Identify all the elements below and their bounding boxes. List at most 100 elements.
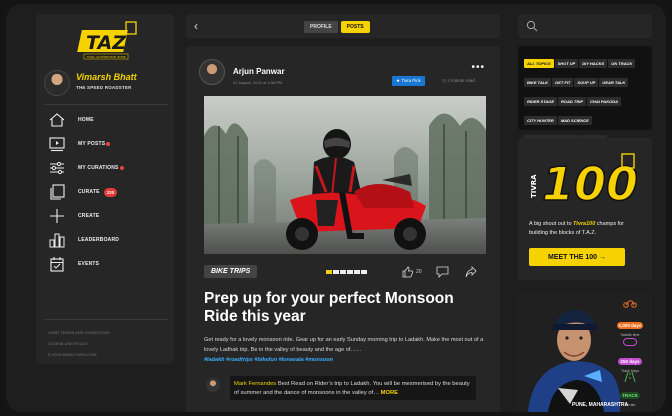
topic-chip[interactable]: MAD SCIENCE	[557, 116, 592, 125]
post-title[interactable]: Prep up for your perfect Monsoon Ride th…	[204, 290, 486, 326]
logo-tagline: TIVRA AUTOMOTIVE ZONE	[85, 55, 125, 59]
avatar[interactable]	[44, 70, 70, 96]
comment-box[interactable]: Mark Fernandes Best Read on Rider’s trip…	[230, 376, 476, 400]
clock-icon: ◷	[442, 78, 446, 83]
nav-leaderboard[interactable]: LEADERBOARD	[44, 228, 168, 252]
topic-filter-panel: ALL TOPICS SHUT UP DIY HACKS ON TRACK BIKE T…	[518, 46, 652, 163]
nav-label: LEADERBOARD	[78, 237, 120, 243]
nav-my-curations[interactable]: MY CURATIONS	[44, 156, 168, 180]
category-tag[interactable]: BIKE TRIPS	[204, 265, 258, 278]
tivra100-promo: TIVRA 100 A big shout out to Tivra100 ch…	[518, 138, 652, 280]
nav-label: CURATE	[78, 189, 100, 195]
saddle-time-stat: 1,000 days Saddle time	[614, 314, 646, 337]
taz-logo[interactable]: TAZ TIVRA AUTOMOTIVE ZONE	[74, 20, 140, 66]
nav-home[interactable]: HOME	[44, 108, 168, 132]
topic-chip[interactable]: CHAI PAKODA	[587, 97, 621, 106]
comment-more-link[interactable]: MORE	[381, 390, 398, 396]
nav-label: EVENTS	[78, 261, 100, 267]
topic-chip[interactable]: ROAD TRIP	[558, 97, 587, 106]
nav-label: HOME	[78, 117, 94, 123]
leaderboard-icon	[49, 233, 65, 248]
cookie-link[interactable]: COOKIE USE POLICY	[48, 338, 110, 349]
rider-city: PUNE, MAHARASHTRA	[572, 402, 629, 408]
image-carousel-dots[interactable]	[326, 270, 367, 274]
topic-chip[interactable]: GEAR TALK	[599, 78, 629, 87]
nav-events[interactable]: EVENTS	[44, 252, 168, 276]
post-hero-image[interactable]	[204, 96, 486, 254]
topic-chip[interactable]: BIKE TALK	[524, 78, 552, 87]
app-frame: TAZ TIVRA AUTOMOTIVE ZONE Vimarsh Bhatt …	[6, 4, 666, 412]
posts-icon	[49, 137, 65, 152]
copyright: © 2020 WWW.TIVRA.COM	[48, 352, 97, 357]
plus-icon	[50, 209, 64, 223]
read-time-label: 2 minute read	[447, 78, 475, 83]
topic-chip[interactable]: ALL TOPICS	[524, 59, 554, 68]
post-meta-row: BIKE TRIPS 20	[204, 264, 486, 282]
terms-link[interactable]: USER TERMS AND CONDITIONS	[48, 327, 110, 338]
post-actions: 20	[402, 266, 477, 278]
topic-chip[interactable]: SHUT UP	[554, 59, 579, 68]
star-icon: ★	[396, 78, 401, 83]
post-date: 31 August, 2021 at 4:08 PM	[233, 80, 283, 85]
topic-chip[interactable]: RIDER STAGE	[524, 97, 558, 106]
topic-chip[interactable]: CITY HUNTER	[524, 116, 557, 125]
tivra-pick-badge: ★ Tivra Pick	[392, 76, 425, 86]
author-avatar[interactable]	[199, 59, 225, 85]
read-time: ◷ 2 minute read	[442, 78, 475, 84]
nav-my-posts[interactable]: MY POSTS	[44, 132, 168, 156]
stat-value: 1,000 days	[616, 322, 644, 329]
user-profile[interactable]: Vimarsh Bhatt THE SPEED ROADSTER	[44, 70, 168, 100]
like-count: 20	[416, 269, 422, 275]
topic-chip[interactable]: SOUP UP	[574, 78, 599, 87]
meet-the-100-button[interactable]: MEET THE 100 →	[529, 248, 625, 266]
topic-chip[interactable]: DIY HACKS	[579, 59, 608, 68]
user-name: Vimarsh Bhatt	[76, 72, 137, 82]
share-icon[interactable]	[465, 266, 477, 278]
sliders-icon	[50, 161, 64, 175]
calendar-icon	[50, 257, 64, 272]
search-bar[interactable]	[518, 14, 652, 38]
notification-dot	[106, 142, 111, 146]
stat-value: 250 days	[618, 358, 642, 365]
back-icon[interactable]: ‹	[194, 19, 198, 33]
top-comment: Mark Fernandes Best Read on Rider’s trip…	[204, 376, 486, 402]
nav-label: MY CURATIONS	[78, 165, 119, 171]
thumbs-up-icon[interactable]	[402, 266, 414, 278]
curate-icon	[50, 184, 65, 200]
search-icon	[526, 20, 538, 32]
promo-highlight: Tivra100	[573, 221, 596, 227]
tab-posts[interactable]: POSTS	[340, 21, 370, 33]
topic-chip[interactable]: ON TRACK	[608, 59, 636, 68]
logo-text: TAZ	[86, 32, 127, 54]
tab-profile[interactable]: PROFILE	[304, 21, 338, 33]
home-icon	[49, 113, 65, 127]
promo-text: A big shout out to Tivra100 champs for b…	[529, 221, 625, 236]
nav-label: CREATE	[78, 213, 100, 219]
top-bar: ‹ PROFILE POSTS	[186, 14, 500, 38]
tivra100-word: TIVRA	[530, 174, 538, 198]
notification-dot	[119, 166, 124, 170]
post-card: Arjun Panwar 31 August, 2021 at 4:08 PM …	[186, 46, 500, 412]
more-options-icon[interactable]: •••	[471, 62, 485, 73]
footer-links: USER TERMS AND CONDITIONS COOKIE USE POL…	[48, 327, 110, 360]
nav-create[interactable]: CREATE	[44, 204, 168, 228]
divider	[44, 319, 168, 320]
divider	[44, 104, 168, 105]
profile-posts-toggle: PROFILE POSTS	[304, 21, 370, 33]
featured-rider-card[interactable]: 1,000 days Saddle time 250 days Track Da…	[518, 292, 652, 412]
curate-count-badge: 220	[103, 187, 118, 197]
comment-icon[interactable]	[436, 266, 449, 278]
topic-chip[interactable]: GET FIT	[552, 78, 574, 87]
tivra100-number: 100	[542, 157, 638, 211]
commenter-avatar[interactable]	[206, 378, 220, 392]
commenter-name[interactable]: Mark Fernandes	[234, 381, 276, 387]
nav-curate[interactable]: CURATE 220	[44, 180, 168, 204]
sidebar: TAZ TIVRA AUTOMOTIVE ZONE Vimarsh Bhatt …	[36, 14, 174, 364]
stat-value: TRACK	[620, 392, 640, 399]
post-excerpt: Get ready for a lovely monsoon ride. Gea…	[204, 337, 484, 353]
pick-label: Tivra Pick	[401, 78, 421, 83]
author-name[interactable]: Arjun Panwar	[233, 67, 285, 76]
post-hashtags[interactable]: #ladakh #roadtrips #bikefun #lonavala #m…	[204, 357, 333, 363]
nav-label: MY POSTS	[78, 141, 106, 147]
motorcycle-icon	[623, 300, 637, 308]
